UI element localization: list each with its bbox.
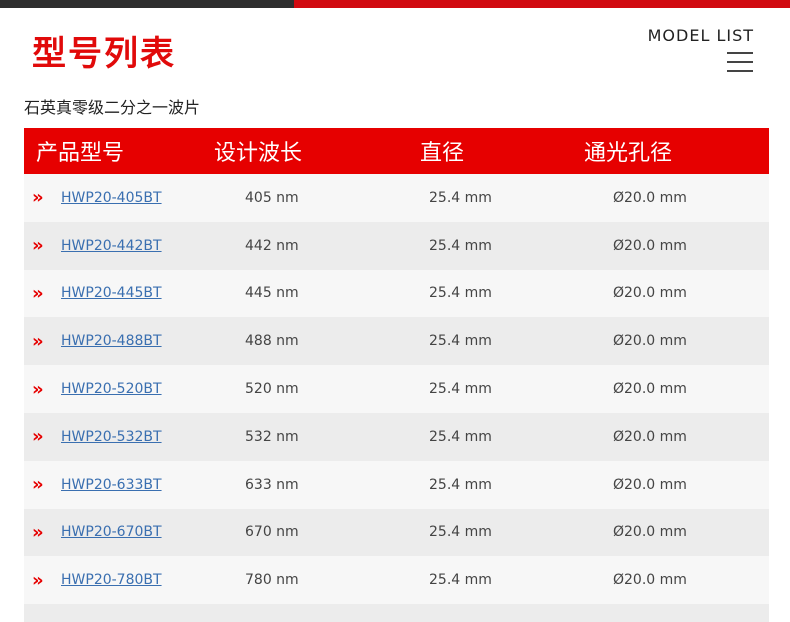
diameter-cell: 25.4 mm <box>429 189 492 206</box>
column-header-aperture: 通光孔径 <box>584 141 673 166</box>
aperture-cell: Ø20.0 mm <box>613 333 687 350</box>
model-link[interactable]: HWP20-670BT <box>61 524 245 540</box>
aperture-cell: Ø20.0 mm <box>613 285 687 302</box>
wavelength-cell: 445 nm <box>245 285 299 302</box>
table-row: » HWP20-445BT 445 nm 25.4 mm Ø20.0 mm <box>24 269 769 318</box>
wavelength-cell: 670 nm <box>245 524 299 541</box>
model-link[interactable]: HWP20-520BT <box>61 381 245 397</box>
model-link[interactable]: HWP20-405BT <box>61 190 245 206</box>
top-accent-bar-dark <box>0 0 294 8</box>
diameter-cell: 25.4 mm <box>429 333 492 350</box>
wavelength-cell: 488 nm <box>245 333 299 350</box>
table-row: » HWP20-520BT 520 nm 25.4 mm Ø20.0 mm <box>24 365 769 413</box>
aperture-cell: Ø20.0 mm <box>613 476 687 493</box>
column-header-model: 产品型号 <box>36 141 125 166</box>
double-chevron-right-icon: » <box>32 282 44 304</box>
table-body: » HWP20-405BT 405 nm 25.4 mm Ø20.0 mm » HWP20-… <box>24 174 769 622</box>
diameter-cell: 25.4 mm <box>429 572 492 589</box>
model-link[interactable]: HWP20-532BT <box>61 429 245 445</box>
model-link[interactable]: HWP20-780BT <box>61 572 245 588</box>
table-row: » HWP20-633BT 633 nm 25.4 mm Ø20.0 mm <box>24 460 769 509</box>
aperture-cell: Ø20.0 mm <box>613 572 687 589</box>
diameter-cell: 25.4 mm <box>429 428 492 445</box>
product-subtitle: 石英真零级二分之一波片 <box>24 98 201 117</box>
top-accent-bar <box>0 0 790 8</box>
double-chevron-right-icon: » <box>32 474 44 496</box>
table-row: » HWP20-780BT 780 nm 25.4 mm Ø20.0 mm <box>24 556 769 605</box>
page-title: 型号列表 <box>32 34 176 74</box>
double-chevron-right-icon: » <box>32 426 44 448</box>
model-link[interactable]: HWP20-633BT <box>61 477 245 493</box>
double-chevron-right-icon: » <box>32 187 44 209</box>
wavelength-cell: 633 nm <box>245 476 299 493</box>
diameter-cell: 25.4 mm <box>429 476 492 493</box>
column-header-wavelength: 设计波长 <box>214 141 303 166</box>
hamburger-line <box>727 61 753 63</box>
wavelength-cell: 520 nm <box>245 381 299 398</box>
double-chevron-right-icon: » <box>32 378 44 400</box>
double-chevron-right-icon: » <box>32 235 44 257</box>
diameter-cell: 25.4 mm <box>429 285 492 302</box>
table-row: » HWP20-405BT 405 nm 25.4 mm Ø20.0 mm <box>24 174 769 222</box>
hamburger-icon[interactable] <box>727 52 753 72</box>
model-link[interactable]: HWP20-488BT <box>61 333 245 349</box>
table-header: 产品型号 设计波长 直径 通光孔径 <box>24 128 769 174</box>
diameter-cell: 25.4 mm <box>429 237 492 254</box>
aperture-cell: Ø20.0 mm <box>613 524 687 541</box>
diameter-cell: 25.4 mm <box>429 381 492 398</box>
wavelength-cell: 532 nm <box>245 428 299 445</box>
table-row: » HWP20-442BT 442 nm 25.4 mm Ø20.0 mm <box>24 221 769 270</box>
column-header-diameter: 直径 <box>420 141 465 166</box>
model-link[interactable]: HWP20-442BT <box>61 238 245 254</box>
aperture-cell: Ø20.0 mm <box>613 189 687 206</box>
table-row: » HWP20-670BT 670 nm 25.4 mm Ø20.0 mm <box>24 508 769 557</box>
model-link[interactable]: HWP20-445BT <box>61 285 245 301</box>
aperture-cell: Ø20.0 mm <box>613 428 687 445</box>
hamburger-line <box>727 70 753 72</box>
wavelength-cell: 780 nm <box>245 572 299 589</box>
table-row <box>24 604 769 622</box>
table-row: » HWP20-532BT 532 nm 25.4 mm Ø20.0 mm <box>24 412 769 461</box>
aperture-cell: Ø20.0 mm <box>613 381 687 398</box>
diameter-cell: 25.4 mm <box>429 524 492 541</box>
hamburger-line <box>727 52 753 54</box>
wavelength-cell: 405 nm <box>245 189 299 206</box>
double-chevron-right-icon: » <box>32 569 44 591</box>
double-chevron-right-icon: » <box>32 330 44 352</box>
wavelength-cell: 442 nm <box>245 237 299 254</box>
aperture-cell: Ø20.0 mm <box>613 237 687 254</box>
double-chevron-right-icon: » <box>32 521 44 543</box>
table-row: » HWP20-488BT 488 nm 25.4 mm Ø20.0 mm <box>24 317 769 366</box>
model-list-label: MODEL LIST <box>647 26 754 45</box>
model-table: 产品型号 设计波长 直径 通光孔径 » HWP20-405BT 405 nm 25.4… <box>24 128 769 622</box>
